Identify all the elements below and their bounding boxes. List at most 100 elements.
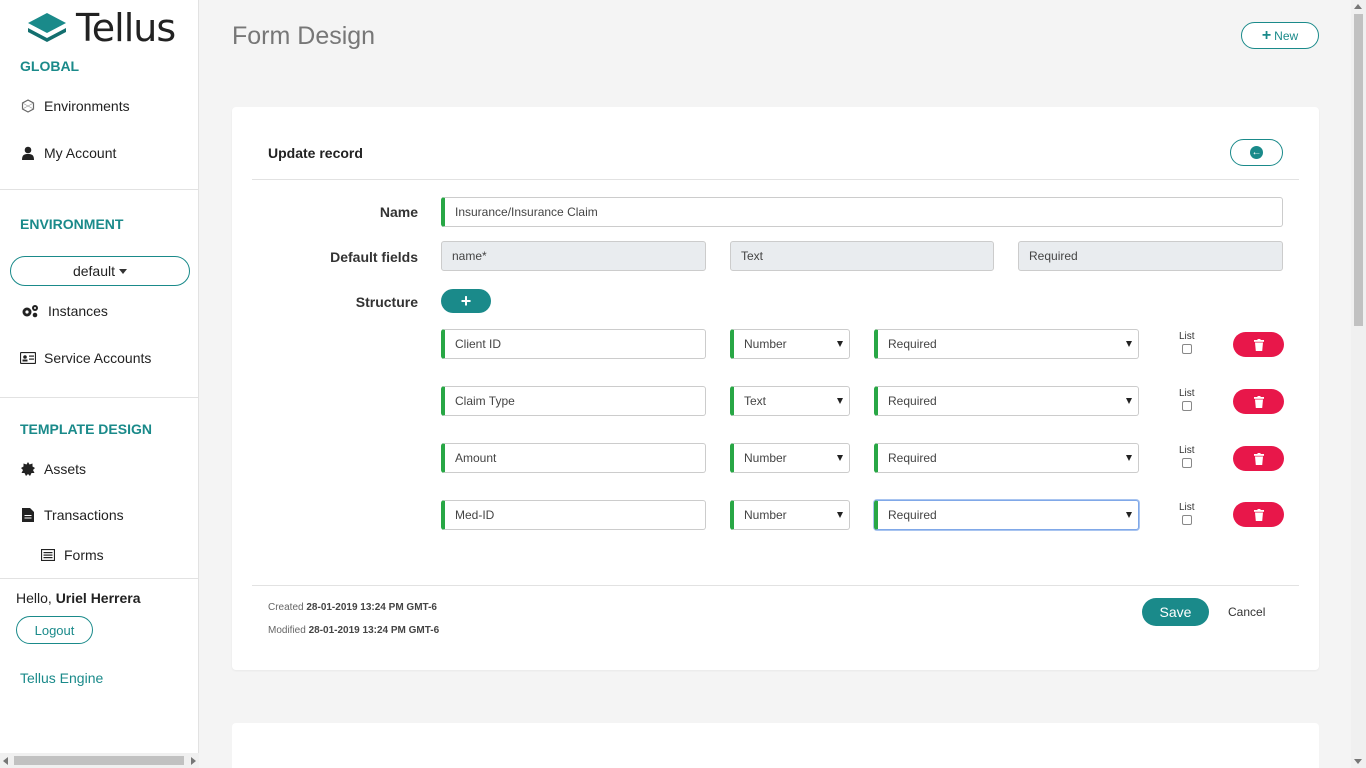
field-requirement-value: Required	[888, 337, 937, 351]
logo[interactable]: Tellus	[26, 6, 176, 50]
caret-down-icon	[837, 341, 843, 347]
field-type-select[interactable]: Number	[730, 500, 850, 530]
list-checkbox[interactable]	[1182, 344, 1192, 354]
trash-icon	[1253, 508, 1264, 521]
environment-section-title: ENVIRONMENT	[20, 216, 124, 232]
field-type-value: Number	[744, 451, 787, 465]
gear-icon	[20, 461, 36, 477]
sidebar-item-service-accounts[interactable]: Service Accounts	[20, 350, 151, 366]
sidebar-item-assets[interactable]: Assets	[20, 461, 86, 477]
list-checkbox[interactable]	[1182, 458, 1192, 468]
sidebar-divider	[0, 189, 199, 190]
card-title: Update record	[268, 145, 363, 161]
default-fields-label: Default fields	[330, 249, 418, 265]
save-button[interactable]: Save	[1142, 598, 1209, 626]
sidebar-divider	[0, 397, 199, 398]
sidebar-item-label: Assets	[44, 461, 87, 477]
plus-icon: +	[460, 290, 472, 311]
field-name-input[interactable]: Amount	[441, 443, 706, 473]
field-name-input[interactable]: Claim Type	[441, 386, 706, 416]
sidebar-divider	[0, 578, 199, 579]
caret-down-icon	[837, 455, 843, 461]
form-card: Update record ← Name Insurance/Insurance…	[232, 107, 1319, 670]
sidebar: Tellus GLOBAL Environments My Account EN…	[0, 0, 199, 768]
page-title: Form Design	[232, 22, 376, 50]
list-icon	[40, 547, 56, 563]
list-label: List	[1179, 502, 1195, 513]
modified-timestamp: Modified 28-01-2019 13:24 PM GMT-6	[268, 625, 439, 636]
field-type-value: Number	[744, 337, 787, 351]
sidebar-item-label: Forms	[64, 547, 104, 563]
field-type-select[interactable]: Number	[730, 329, 850, 359]
default-field-value: Text	[741, 249, 764, 263]
scroll-up-icon[interactable]	[1354, 4, 1362, 9]
new-button[interactable]: + New	[1241, 22, 1319, 49]
name-label: Name	[379, 204, 418, 220]
cancel-button[interactable]: Cancel	[1228, 605, 1265, 619]
delete-field-button[interactable]	[1233, 389, 1284, 414]
delete-field-button[interactable]	[1233, 502, 1284, 527]
caret-down-icon	[837, 398, 843, 404]
tellus-engine-link[interactable]: Tellus Engine	[20, 670, 103, 686]
list-label: List	[1179, 388, 1195, 399]
sidebar-item-transactions[interactable]: Transactions	[20, 507, 124, 523]
environment-select-value: default	[72, 263, 116, 279]
trash-icon	[1253, 395, 1264, 408]
back-button[interactable]: ←	[1230, 139, 1283, 166]
scroll-down-icon[interactable]	[1354, 759, 1362, 764]
modified-value: 28-01-2019 13:24 PM GMT-6	[308, 625, 440, 636]
field-requirement-value: Required	[888, 508, 937, 522]
field-type-value: Number	[744, 508, 787, 522]
field-requirement-select[interactable]: Required	[874, 329, 1139, 359]
logout-button[interactable]: Logout	[16, 616, 93, 644]
list-checkbox[interactable]	[1182, 401, 1192, 411]
trash-icon	[1253, 338, 1264, 351]
caret-down-icon	[1126, 341, 1132, 347]
modified-label: Modified	[268, 625, 309, 636]
horizontal-scrollbar[interactable]	[0, 753, 199, 768]
field-requirement-select[interactable]: Required	[874, 500, 1139, 530]
name-input[interactable]: Insurance/Insurance Claim	[441, 197, 1283, 227]
created-timestamp: Created 28-01-2019 13:24 PM GMT-6	[268, 602, 437, 613]
field-name-input[interactable]: Med-ID	[441, 500, 706, 530]
environment-select[interactable]: default	[10, 256, 190, 286]
id-card-icon	[20, 350, 36, 366]
delete-field-button[interactable]	[1233, 332, 1284, 357]
sidebar-item-forms[interactable]: Forms	[40, 547, 104, 563]
name-input-value: Insurance/Insurance Claim	[455, 205, 598, 219]
greeting-prefix: Hello,	[16, 590, 56, 606]
caret-down-icon	[837, 512, 843, 518]
scrollbar-thumb[interactable]	[1354, 14, 1363, 326]
field-type-select[interactable]: Text	[730, 386, 850, 416]
sidebar-item-instances[interactable]: Instances	[20, 303, 108, 319]
caret-down-icon	[1126, 398, 1132, 404]
template-section-title: TEMPLATE DESIGN	[20, 421, 152, 437]
scroll-left-icon[interactable]	[3, 757, 8, 765]
scrollbar-thumb[interactable]	[14, 756, 184, 765]
delete-field-button[interactable]	[1233, 446, 1284, 471]
sidebar-item-label: Instances	[48, 303, 108, 319]
list-checkbox[interactable]	[1182, 515, 1192, 525]
add-field-button[interactable]: +	[441, 289, 491, 313]
scroll-right-icon[interactable]	[191, 757, 196, 765]
sidebar-item-label: My Account	[44, 145, 117, 161]
sidebar-item-label: Transactions	[44, 507, 124, 523]
field-requirement-select[interactable]: Required	[874, 386, 1139, 416]
sidebar-item-environments[interactable]: Environments	[20, 98, 130, 114]
default-field-name: name*	[441, 241, 706, 271]
field-name-input[interactable]: Client ID	[441, 329, 706, 359]
default-field-type: Text	[730, 241, 994, 271]
field-requirement-value: Required	[888, 394, 937, 408]
sidebar-item-my-account[interactable]: My Account	[20, 145, 116, 161]
user-name: Uriel Herrera	[55, 590, 141, 606]
field-name-value: Med-ID	[455, 508, 495, 522]
field-requirement-select[interactable]: Required	[874, 443, 1139, 473]
field-type-select[interactable]: Number	[730, 443, 850, 473]
plus-icon: +	[1261, 26, 1272, 44]
field-name-value: Amount	[455, 451, 497, 465]
field-type-value: Text	[744, 394, 767, 408]
field-requirement-value: Required	[888, 451, 937, 465]
sidebar-item-label: Service Accounts	[44, 350, 152, 366]
vertical-scrollbar[interactable]	[1351, 0, 1366, 768]
list-label: List	[1179, 445, 1195, 456]
